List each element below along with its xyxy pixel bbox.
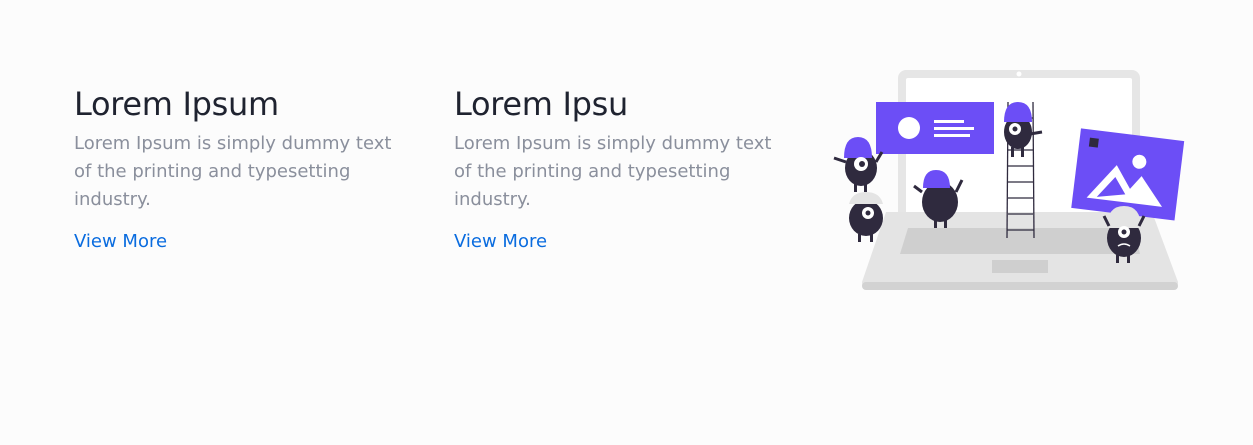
card-description: Lorem Ipsum is simply dummy text of the … [74,133,392,210]
laptop-trackpad [992,260,1048,273]
view-more-link[interactable]: View More [74,230,167,254]
laptop-monsters-illustration [833,70,1185,290]
laptop-camera [1016,71,1022,77]
card-title: Lorem Ipsu [454,85,629,123]
laptop-keyboard [900,228,1140,254]
feature-card-1: Lorem Ipsum Lorem Ipsum is simply dummy … [74,84,424,254]
card-title: Lorem Ipsum [74,85,279,123]
card-description: Lorem Ipsum is simply dummy text of the … [454,133,772,210]
monster-left-bottom [849,192,883,242]
view-more-link[interactable]: View More [454,230,547,254]
monster-left-top [833,137,884,192]
laptop-front-edge [862,282,1178,290]
feature-card-2: Lorem Ipsu Lorem Ipsum is simply dummy t… [454,84,804,254]
content-card-avatar [898,117,920,139]
